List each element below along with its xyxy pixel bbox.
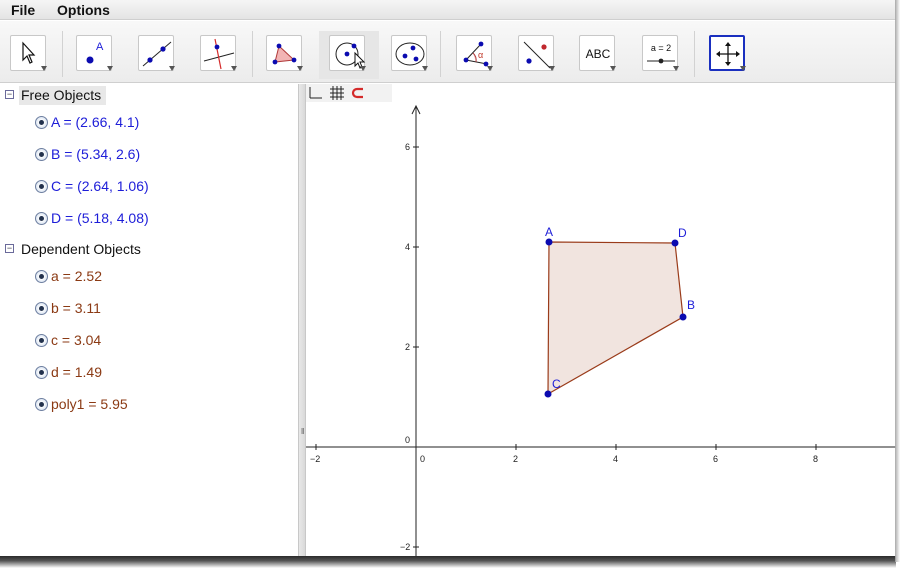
reflect-tool-button[interactable] — [518, 35, 555, 71]
panel-splitter[interactable]: ‖ — [298, 84, 306, 558]
new-point-tool-button[interactable]: A — [76, 35, 113, 71]
tool-menu-arrow[interactable] — [297, 66, 303, 71]
tool-menu-arrow[interactable] — [169, 66, 175, 71]
algebra-view: − Free Objects A = (2.66, 4.1) B = (5.34… — [0, 84, 298, 558]
y-tick-label: 4 — [405, 242, 410, 252]
polygon-poly1[interactable] — [547, 241, 684, 396]
visibility-toggle-icon[interactable] — [35, 212, 48, 225]
text-icon: ABC — [585, 47, 611, 61]
tool-menu-arrow[interactable] — [41, 66, 47, 71]
coordinate-plane[interactable]: −2 0 2 4 6 8 −2 0 2 4 6 A B C D — [306, 84, 896, 558]
tool-menu-arrow[interactable] — [610, 66, 616, 71]
x-tick-label: 6 — [713, 454, 718, 464]
window-shadow — [895, 0, 900, 562]
point-label-C: C — [552, 377, 561, 391]
graphics-view[interactable]: −2 0 2 4 6 8 −2 0 2 4 6 A B C D — [306, 84, 896, 558]
object-definition[interactable]: A = (2.66, 4.1) — [51, 114, 139, 130]
x-tick-label: 2 — [513, 454, 518, 464]
object-definition[interactable]: a = 2.52 — [51, 268, 102, 284]
toolbar-separator — [440, 31, 441, 77]
visibility-toggle-icon[interactable] — [35, 148, 48, 161]
object-definition[interactable]: poly1 = 5.95 — [51, 396, 128, 412]
point-tool-label: A — [96, 41, 104, 53]
y-tick-label: 2 — [405, 342, 410, 352]
move-view-tool-button[interactable] — [709, 35, 746, 71]
object-definition[interactable]: c = 3.04 — [51, 332, 101, 348]
point-label-B: B — [687, 298, 695, 312]
perpendicular-line-tool-button[interactable] — [200, 35, 237, 71]
splitter-grip-icon[interactable]: ‖ — [301, 427, 304, 436]
visibility-toggle-icon[interactable] — [35, 116, 48, 129]
tool-menu-arrow[interactable] — [360, 66, 366, 71]
visibility-toggle-icon[interactable] — [35, 302, 48, 315]
window-shadow — [0, 556, 896, 568]
y-tick-label: −2 — [400, 542, 410, 552]
axes-toggle-icon[interactable] — [306, 84, 326, 102]
magnet-snap-icon[interactable] — [349, 84, 369, 102]
toolbar-separator — [252, 31, 253, 77]
x-tick-label: 0 — [420, 454, 425, 464]
collapse-free-objects-icon[interactable]: − — [5, 90, 14, 99]
y-tick-label: 0 — [405, 435, 410, 445]
visibility-toggle-icon[interactable] — [35, 366, 48, 379]
circle-tool-button[interactable] — [329, 35, 366, 71]
x-tick-label: 4 — [613, 454, 618, 464]
toolbar-separator — [694, 31, 695, 77]
grid-toggle-icon[interactable] — [327, 84, 347, 102]
object-definition[interactable]: D = (5.18, 4.08) — [51, 210, 149, 226]
object-definition[interactable]: d = 1.49 — [51, 364, 102, 380]
point-A[interactable] — [545, 238, 553, 246]
tool-menu-arrow[interactable] — [740, 66, 746, 71]
point-label-D: D — [678, 226, 687, 240]
tool-menu-arrow[interactable] — [549, 66, 555, 71]
toolbar-separator — [62, 31, 63, 77]
menu-options[interactable]: Options — [57, 2, 110, 18]
point-D[interactable] — [671, 239, 679, 247]
collapse-dependent-objects-icon[interactable]: − — [5, 244, 14, 253]
tool-menu-arrow[interactable] — [231, 66, 237, 71]
object-definition[interactable]: B = (5.34, 2.6) — [51, 146, 140, 162]
free-objects-heading: Free Objects — [21, 87, 102, 103]
visibility-toggle-icon[interactable] — [35, 398, 48, 411]
x-tick-label: −2 — [310, 454, 320, 464]
visibility-toggle-icon[interactable] — [35, 180, 48, 193]
tool-menu-arrow[interactable] — [487, 66, 493, 71]
polygon-tool-button[interactable] — [266, 35, 303, 71]
point-C[interactable] — [544, 390, 552, 398]
tool-menu-arrow[interactable] — [422, 66, 428, 71]
text-tool-button[interactable]: ABC — [579, 35, 616, 71]
visibility-toggle-icon[interactable] — [35, 334, 48, 347]
point-label-A: A — [545, 225, 553, 239]
menu-file[interactable]: File — [11, 2, 35, 18]
object-definition[interactable]: C = (2.64, 1.06) — [51, 178, 149, 194]
visibility-toggle-icon[interactable] — [35, 270, 48, 283]
line-tool-button[interactable] — [138, 35, 175, 71]
move-tool-button[interactable] — [10, 35, 47, 71]
y-tick-label: 6 — [405, 142, 410, 152]
menu-bar: File Options — [0, 0, 896, 20]
angle-tool-button[interactable]: α — [456, 35, 493, 71]
object-definition[interactable]: b = 3.11 — [51, 300, 101, 316]
conic-tool-button[interactable] — [391, 35, 428, 71]
dependent-objects-heading: Dependent Objects — [21, 241, 141, 257]
angle-tool-label: α — [478, 50, 484, 60]
tool-menu-arrow[interactable] — [107, 66, 113, 71]
graphics-style-bar — [306, 84, 392, 102]
toolbar: A α ABC a = 2 — [0, 21, 896, 83]
point-B[interactable] — [679, 313, 687, 321]
tool-menu-arrow[interactable] — [673, 66, 679, 71]
x-tick-label: 8 — [813, 454, 818, 464]
geogebra-window: File Options A α ABC a = 2 − Free Object… — [0, 0, 896, 558]
slider-tool-button[interactable]: a = 2 — [642, 35, 679, 71]
